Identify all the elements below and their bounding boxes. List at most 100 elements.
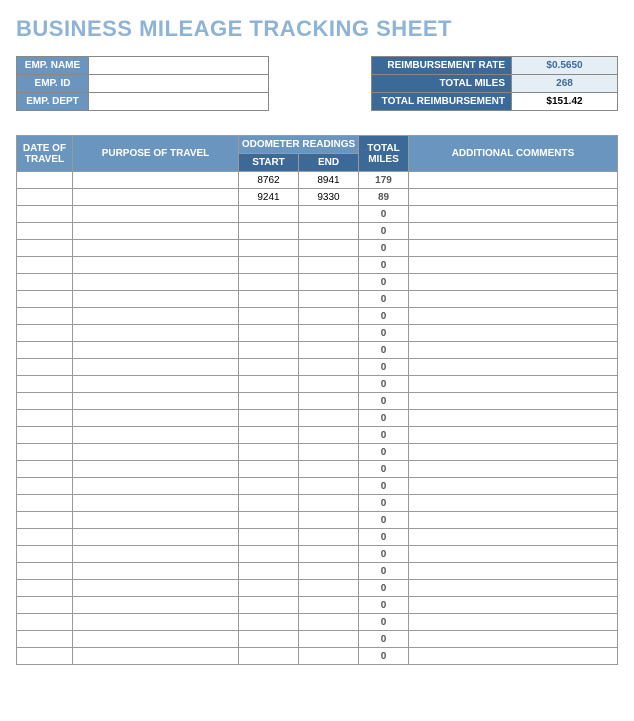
cell-start[interactable]	[239, 325, 299, 342]
cell-purpose[interactable]	[73, 189, 239, 206]
cell-start[interactable]	[239, 461, 299, 478]
cell-start[interactable]	[239, 393, 299, 410]
cell-start[interactable]: 9241	[239, 189, 299, 206]
cell-end[interactable]	[299, 342, 359, 359]
cell-date[interactable]	[17, 240, 73, 257]
cell-end[interactable]	[299, 478, 359, 495]
cell-date[interactable]	[17, 359, 73, 376]
cell-start[interactable]	[239, 240, 299, 257]
cell-end[interactable]	[299, 444, 359, 461]
cell-end[interactable]	[299, 393, 359, 410]
cell-end[interactable]	[299, 410, 359, 427]
cell-purpose[interactable]	[73, 274, 239, 291]
cell-end[interactable]	[299, 648, 359, 665]
cell-purpose[interactable]	[73, 342, 239, 359]
cell-date[interactable]	[17, 376, 73, 393]
cell-date[interactable]	[17, 478, 73, 495]
cell-end[interactable]	[299, 597, 359, 614]
emp-id-value[interactable]	[89, 75, 269, 93]
cell-comments[interactable]	[409, 393, 618, 410]
cell-end[interactable]	[299, 512, 359, 529]
cell-comments[interactable]	[409, 274, 618, 291]
cell-comments[interactable]	[409, 512, 618, 529]
cell-comments[interactable]	[409, 529, 618, 546]
cell-date[interactable]	[17, 410, 73, 427]
cell-purpose[interactable]	[73, 580, 239, 597]
cell-purpose[interactable]	[73, 614, 239, 631]
cell-comments[interactable]	[409, 325, 618, 342]
cell-comments[interactable]	[409, 648, 618, 665]
cell-start[interactable]	[239, 291, 299, 308]
cell-comments[interactable]	[409, 291, 618, 308]
cell-comments[interactable]	[409, 342, 618, 359]
cell-start[interactable]	[239, 631, 299, 648]
cell-purpose[interactable]	[73, 223, 239, 240]
cell-date[interactable]	[17, 308, 73, 325]
cell-purpose[interactable]	[73, 563, 239, 580]
cell-comments[interactable]	[409, 240, 618, 257]
cell-start[interactable]	[239, 376, 299, 393]
cell-end[interactable]	[299, 274, 359, 291]
cell-end[interactable]	[299, 495, 359, 512]
cell-start[interactable]: 8762	[239, 172, 299, 189]
cell-purpose[interactable]	[73, 206, 239, 223]
cell-start[interactable]	[239, 529, 299, 546]
cell-purpose[interactable]	[73, 495, 239, 512]
cell-end[interactable]	[299, 291, 359, 308]
cell-end[interactable]	[299, 631, 359, 648]
cell-date[interactable]	[17, 274, 73, 291]
cell-comments[interactable]	[409, 376, 618, 393]
cell-end[interactable]	[299, 325, 359, 342]
cell-comments[interactable]	[409, 614, 618, 631]
cell-purpose[interactable]	[73, 359, 239, 376]
cell-comments[interactable]	[409, 172, 618, 189]
cell-end[interactable]: 9330	[299, 189, 359, 206]
cell-date[interactable]	[17, 206, 73, 223]
cell-start[interactable]	[239, 546, 299, 563]
cell-start[interactable]	[239, 495, 299, 512]
cell-end[interactable]	[299, 376, 359, 393]
cell-start[interactable]	[239, 563, 299, 580]
cell-start[interactable]	[239, 223, 299, 240]
cell-start[interactable]	[239, 257, 299, 274]
cell-end[interactable]	[299, 563, 359, 580]
cell-date[interactable]	[17, 189, 73, 206]
cell-comments[interactable]	[409, 223, 618, 240]
cell-start[interactable]	[239, 274, 299, 291]
cell-start[interactable]	[239, 512, 299, 529]
cell-comments[interactable]	[409, 359, 618, 376]
cell-start[interactable]	[239, 648, 299, 665]
cell-date[interactable]	[17, 172, 73, 189]
cell-purpose[interactable]	[73, 325, 239, 342]
cell-purpose[interactable]	[73, 427, 239, 444]
cell-purpose[interactable]	[73, 291, 239, 308]
cell-purpose[interactable]	[73, 240, 239, 257]
cell-comments[interactable]	[409, 461, 618, 478]
cell-date[interactable]	[17, 461, 73, 478]
cell-purpose[interactable]	[73, 597, 239, 614]
cell-end[interactable]	[299, 529, 359, 546]
cell-comments[interactable]	[409, 495, 618, 512]
cell-date[interactable]	[17, 597, 73, 614]
cell-start[interactable]	[239, 580, 299, 597]
cell-start[interactable]	[239, 478, 299, 495]
cell-comments[interactable]	[409, 478, 618, 495]
cell-purpose[interactable]	[73, 478, 239, 495]
cell-date[interactable]	[17, 427, 73, 444]
cell-date[interactable]	[17, 648, 73, 665]
cell-end[interactable]	[299, 308, 359, 325]
cell-comments[interactable]	[409, 308, 618, 325]
cell-comments[interactable]	[409, 206, 618, 223]
cell-comments[interactable]	[409, 427, 618, 444]
cell-comments[interactable]	[409, 597, 618, 614]
cell-end[interactable]	[299, 614, 359, 631]
cell-start[interactable]	[239, 342, 299, 359]
cell-purpose[interactable]	[73, 376, 239, 393]
cell-purpose[interactable]	[73, 444, 239, 461]
cell-date[interactable]	[17, 512, 73, 529]
cell-comments[interactable]	[409, 631, 618, 648]
cell-date[interactable]	[17, 342, 73, 359]
cell-end[interactable]	[299, 461, 359, 478]
cell-date[interactable]	[17, 291, 73, 308]
cell-purpose[interactable]	[73, 410, 239, 427]
